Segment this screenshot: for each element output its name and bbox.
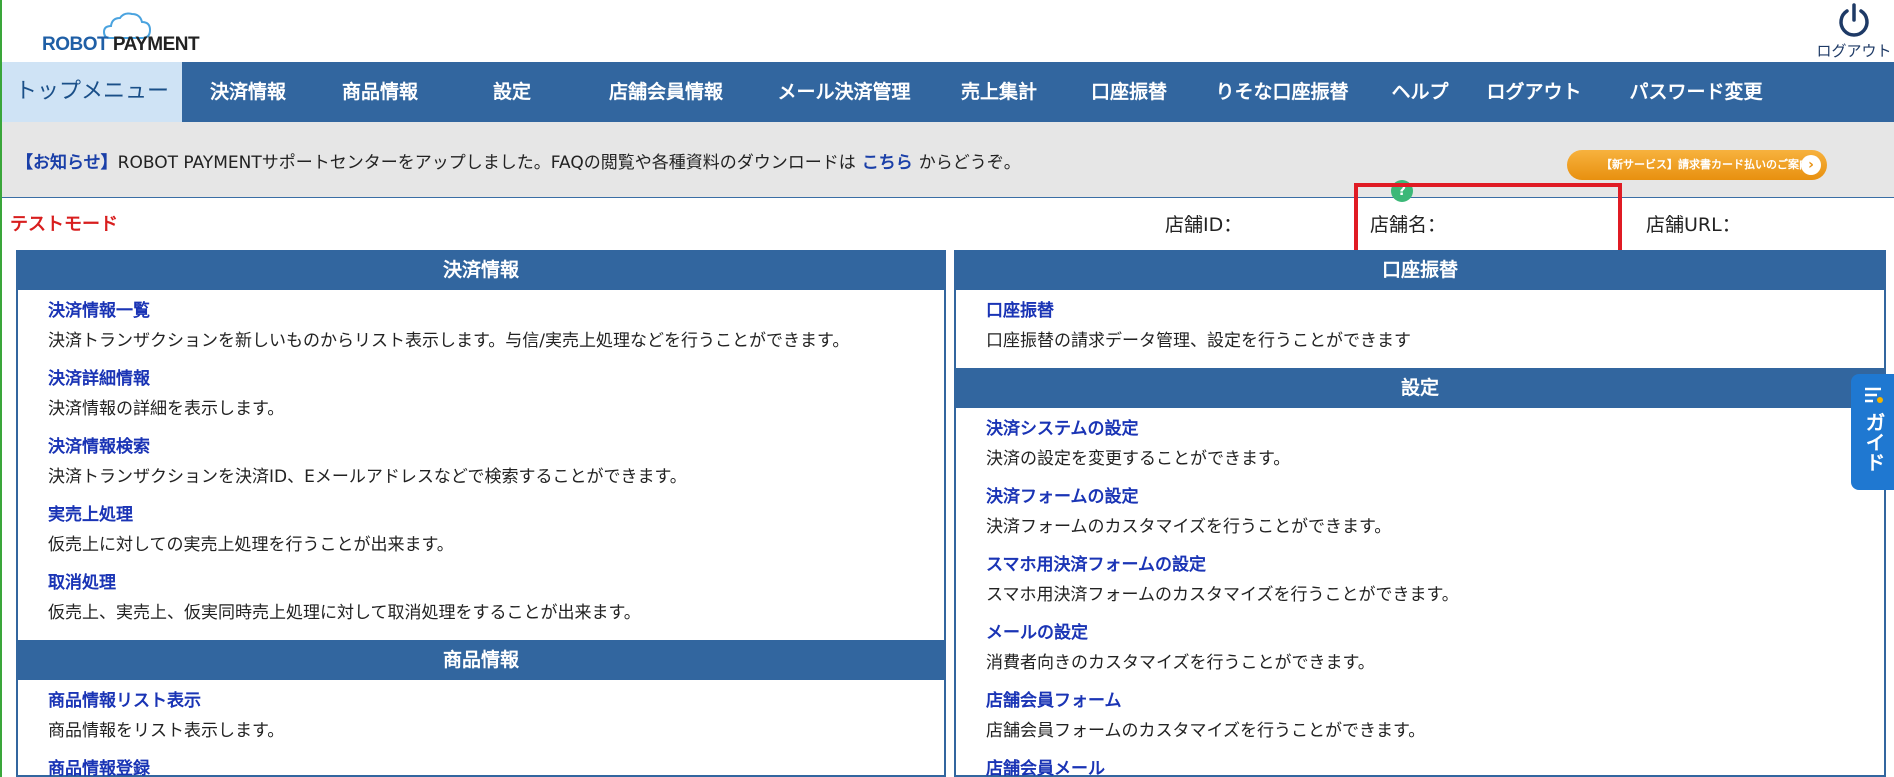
- link-payment-list[interactable]: 決済情報一覧: [48, 296, 944, 326]
- link-member-form[interactable]: 店舗会員フォーム: [986, 686, 1884, 716]
- list-item: 店舗会員メール: [986, 754, 1884, 777]
- nav-item-sales-summary[interactable]: 売上集計: [934, 62, 1064, 122]
- shop-url-label: 店舗URL：: [1646, 214, 1741, 236]
- highlight-annotation-box: [1354, 183, 1622, 260]
- list-item: 口座振替 口座振替の請求データ管理、設定を行うことができます: [986, 296, 1884, 364]
- nav-item-password-change[interactable]: パスワード変更: [1598, 62, 1794, 122]
- list-item: 決済フォームの設定 決済フォームのカスタマイズを行うことができます。: [986, 482, 1884, 550]
- logo-text: ROBOT PAYMENT: [42, 34, 200, 56]
- link-product-register[interactable]: 商品情報登録: [48, 754, 944, 777]
- entry-desc: 口座振替の請求データ管理、設定を行うことができます: [986, 331, 1411, 351]
- nav-item-shop-member-info[interactable]: 店舗会員情報: [578, 62, 754, 122]
- entry-desc: 仮売上に対しての実売上処理を行うことが出来ます。: [48, 535, 454, 555]
- left-column: 決済情報 決済情報一覧 決済トランザクションを新しいものからリスト表示します。与…: [16, 250, 946, 777]
- link-mobile-form-settings[interactable]: スマホ用決済フォームの設定: [986, 550, 1884, 580]
- link-mail-settings[interactable]: メールの設定: [986, 618, 1884, 648]
- list-item: スマホ用決済フォームの設定 スマホ用決済フォームのカスタマイズを行うことができま…: [986, 550, 1884, 618]
- list-item: 決済詳細情報 決済情報の詳細を表示します。: [48, 364, 944, 432]
- link-payment-search[interactable]: 決済情報検索: [48, 432, 944, 462]
- header: ROBOT PAYMENT ログアウト: [2, 0, 1894, 62]
- nav-item-product-info[interactable]: 商品情報: [314, 62, 446, 122]
- section-body-account-transfer: 口座振替 口座振替の請求データ管理、設定を行うことができます: [956, 290, 1884, 368]
- entry-desc: 商品情報をリスト表示します。: [48, 721, 285, 741]
- shop-id-label: 店舗ID：: [1165, 214, 1243, 236]
- promo-banner-button[interactable]: 【新サービス】請求書カード払いのご案内 ›: [1567, 150, 1827, 180]
- test-mode-label: テストモード: [10, 214, 118, 235]
- section-header-account-transfer: 口座振替: [956, 250, 1884, 290]
- nav-item-help[interactable]: ヘルプ: [1370, 62, 1470, 122]
- nav-item-resona-transfer[interactable]: りそな口座振替: [1194, 62, 1370, 122]
- entry-desc: 決済トランザクションを新しいものからリスト表示します。与信/実売上処理などを行う…: [48, 331, 850, 351]
- link-product-list[interactable]: 商品情報リスト表示: [48, 686, 944, 716]
- list-item: 取消処理 仮売上、実売上、仮実同時売上処理に対して取消処理をすることが出来ます。: [48, 568, 944, 636]
- main-nav: トップメニュー 決済情報 商品情報 設定 店舗会員情報 メール決済管理 売上集計…: [2, 62, 1894, 122]
- promo-label: 【新サービス】請求書カード払いのご案内: [1601, 158, 1810, 171]
- link-payment-form-settings[interactable]: 決済フォームの設定: [986, 482, 1884, 512]
- section-header-payment: 決済情報: [18, 250, 944, 290]
- entry-desc: 決済トランザクションを決済ID、Eメールアドレスなどで検索することができます。: [48, 467, 687, 487]
- list-item: 決済情報一覧 決済トランザクションを新しいものからリスト表示します。与信/実売上…: [48, 296, 944, 364]
- section-header-product: 商品情報: [18, 640, 944, 680]
- logo-payment: PAYMENT: [112, 34, 200, 55]
- power-icon: [1839, 3, 1869, 37]
- notice-text: 【お知らせ】ROBOT PAYMENTサポートセンターをアップしました。FAQの…: [16, 148, 1021, 173]
- list-item: 商品情報リスト表示 商品情報をリスト表示します。: [48, 686, 944, 754]
- section-body-settings: 決済システムの設定 決済の設定を変更することができます。 決済フォームの設定 決…: [956, 408, 1884, 777]
- guide-label: ガイド: [1862, 412, 1886, 472]
- entry-desc: 店舗会員フォームのカスタマイズを行うことができます。: [986, 721, 1426, 741]
- guide-tab-button[interactable]: ガイド: [1851, 374, 1894, 490]
- right-column: 口座振替 口座振替 口座振替の請求データ管理、設定を行うことができます 設定 決…: [954, 250, 1886, 777]
- section-body-payment: 決済情報一覧 決済トランザクションを新しいものからリスト表示します。与信/実売上…: [18, 290, 944, 640]
- notice-link[interactable]: こちら: [862, 153, 913, 173]
- robot-payment-logo[interactable]: ROBOT PAYMENT: [42, 12, 212, 56]
- link-member-mail[interactable]: 店舗会員メール: [986, 754, 1884, 777]
- nav-item-mail-payment[interactable]: メール決済管理: [754, 62, 934, 122]
- link-payment-detail[interactable]: 決済詳細情報: [48, 364, 944, 394]
- list-item: 店舗会員フォーム 店舗会員フォームのカスタマイズを行うことができます。: [986, 686, 1884, 754]
- nav-item-account-transfer[interactable]: 口座振替: [1064, 62, 1194, 122]
- link-account-transfer[interactable]: 口座振替: [986, 296, 1884, 326]
- list-item: 実売上処理 仮売上に対しての実売上処理を行うことが出来ます。: [48, 500, 944, 568]
- list-item: 決済システムの設定 決済の設定を変更することができます。: [986, 414, 1884, 482]
- list-item: 決済情報検索 決済トランザクションを決済ID、Eメールアドレスなどで検索すること…: [48, 432, 944, 500]
- list-item: メールの設定 消費者向きのカスタマイズを行うことができます。: [986, 618, 1884, 686]
- section-header-settings: 設定: [956, 368, 1884, 408]
- link-cancel[interactable]: 取消処理: [48, 568, 944, 598]
- logo-robot: ROBOT: [42, 34, 109, 55]
- notice-tail: からどうぞ。: [918, 153, 1021, 173]
- entry-desc: 消費者向きのカスタマイズを行うことができます。: [986, 653, 1375, 673]
- nav-item-logout[interactable]: ログアウト: [1470, 62, 1598, 122]
- entry-desc: スマホ用決済フォームのカスタマイズを行うことができます。: [986, 585, 1459, 605]
- logout-top-label: ログアウト: [1816, 42, 1892, 60]
- logout-top-button[interactable]: ログアウト: [1812, 2, 1894, 60]
- entry-desc: 決済の設定を変更することができます。: [986, 449, 1291, 469]
- entry-desc: 仮売上、実売上、仮実同時売上処理に対して取消処理をすることが出来ます。: [48, 603, 641, 623]
- nav-item-payment-info[interactable]: 決済情報: [182, 62, 314, 122]
- nav-item-settings[interactable]: 設定: [446, 62, 578, 122]
- chevron-right-icon: ›: [1801, 155, 1821, 175]
- link-payment-system-settings[interactable]: 決済システムの設定: [986, 414, 1884, 444]
- list-icon: [1865, 387, 1883, 403]
- entry-desc: 決済フォームのカスタマイズを行うことができます。: [986, 517, 1392, 537]
- list-item: 商品情報登録: [48, 754, 944, 777]
- notice-tag: 【お知らせ】: [16, 153, 118, 173]
- entry-desc: 決済情報の詳細を表示します。: [48, 399, 285, 419]
- notice-body: ROBOT PAYMENTサポートセンターをアップしました。FAQの閲覧や各種資…: [117, 153, 856, 173]
- link-actual-sales[interactable]: 実売上処理: [48, 500, 944, 530]
- section-body-product: 商品情報リスト表示 商品情報をリスト表示します。 商品情報登録: [18, 680, 944, 777]
- nav-item-top-menu[interactable]: トップメニュー: [2, 62, 182, 122]
